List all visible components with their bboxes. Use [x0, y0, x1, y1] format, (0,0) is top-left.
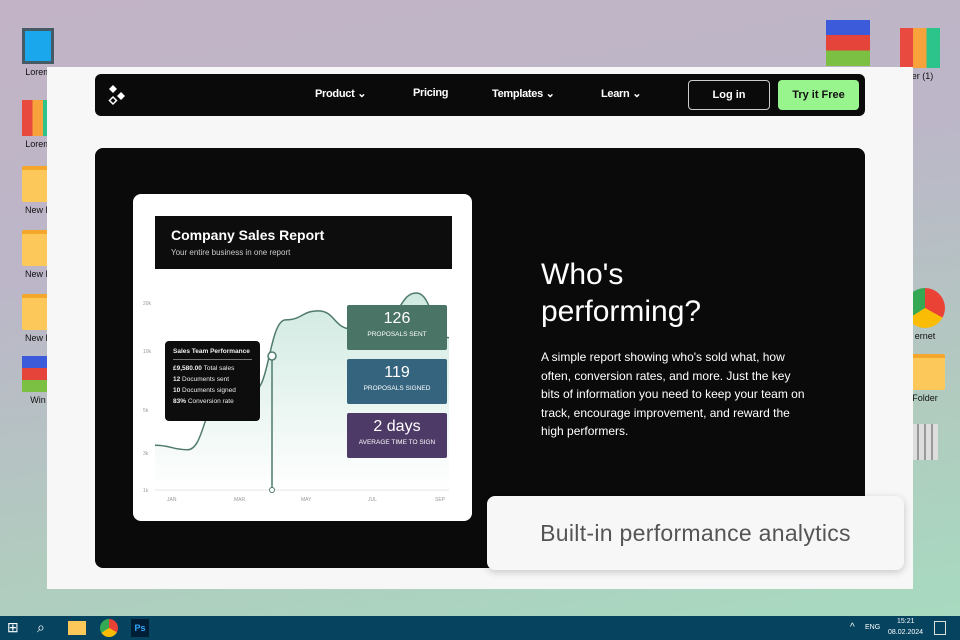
stat-value: 2 days	[373, 418, 421, 435]
hero-body: A simple report showing who's sold what,…	[541, 350, 805, 438]
y-tick-label: 5k	[143, 408, 149, 414]
hero-title: Who's performing?	[541, 256, 806, 330]
nav-templates[interactable]: Templates ⌄	[492, 87, 555, 100]
hero-text: Who's performing? A simple report showing…	[541, 256, 806, 441]
notification-icon[interactable]	[934, 621, 946, 635]
sales-report-card: 1k 3k 5k 10k 20k JAN MAR MAY JUL SEP Company Sale…	[133, 194, 472, 521]
report-title: Company Sales Report	[171, 227, 325, 243]
y-tick-label: 1k	[143, 488, 149, 494]
y-tick-label: 3k	[143, 451, 149, 457]
tray-chevron-icon[interactable]: ^	[850, 622, 855, 633]
stat-time-to-sign: 2 days AVERAGE TIME TO SIGN	[347, 413, 447, 458]
x-tick-label: SEP	[435, 497, 446, 503]
stat-value: 126	[383, 310, 411, 327]
search-icon[interactable]: ⌕	[37, 619, 55, 637]
report-header: Company Sales Report Your entire business…	[155, 216, 452, 269]
desktop-icon-archive[interactable]	[818, 20, 878, 69]
top-nav: Product ⌄ Pricing Templates ⌄ Learn ⌄ Lo…	[95, 74, 865, 116]
tooltip-value: 83%	[173, 398, 187, 405]
nav-pricing[interactable]: Pricing	[413, 87, 448, 99]
cursor-base	[269, 487, 275, 493]
chrome-icon[interactable]	[100, 619, 118, 637]
performance-tooltip: Sales Team Performance £9,580.00 Total s…	[165, 341, 260, 421]
nav-label: Learn	[601, 88, 630, 100]
tooltip-line: 12 Documents sent	[173, 376, 252, 383]
icon-label: Win	[30, 395, 46, 405]
stat-label: PROPOSALS SENT	[367, 331, 427, 338]
binder-icon	[900, 28, 940, 68]
tooltip-value: £9,580.00	[173, 365, 202, 372]
tooltip-line: 83% Conversion rate	[173, 398, 252, 405]
tooltip-value: 12	[173, 376, 181, 383]
taskbar: ⊞ ⌕ Ps ^ ENG 15:21 08.02.2024	[0, 616, 960, 640]
clock-time[interactable]: 15:21	[897, 618, 915, 625]
nav-label: Product	[315, 88, 355, 100]
stat-proposals-signed: 119 PROPOSALS SIGNED	[347, 359, 447, 404]
x-tick-label: JUL	[368, 497, 377, 503]
photoshop-icon[interactable]: Ps	[131, 619, 149, 637]
tooltip-title: Sales Team Performance	[173, 348, 252, 360]
language-indicator[interactable]: ENG	[865, 624, 880, 631]
x-tick-label: MAY	[301, 497, 312, 503]
clock-date[interactable]: 08.02.2024	[888, 629, 923, 636]
y-tick-label: 10k	[143, 349, 152, 355]
recycle-bin-icon	[912, 424, 938, 460]
file-explorer-icon[interactable]	[68, 621, 86, 635]
stat-label: PROPOSALS SIGNED	[363, 385, 431, 392]
y-tick-label: 20k	[143, 301, 152, 307]
login-button[interactable]: Log in	[688, 80, 770, 110]
nav-learn[interactable]: Learn ⌄	[601, 87, 641, 100]
stat-value: 119	[384, 364, 410, 381]
x-tick-label: JAN	[167, 497, 177, 503]
nav-label: Templates	[492, 88, 543, 100]
tooltip-label: Documents signed	[182, 387, 236, 394]
archive-icon	[826, 20, 870, 66]
icon-label: ernet	[914, 331, 936, 341]
logo-icon	[108, 85, 125, 106]
tooltip-label: Documents sent	[182, 376, 230, 383]
x-tick-label: MAR	[234, 497, 246, 503]
nav-product[interactable]: Product ⌄	[315, 87, 366, 100]
caption-badge: Built-in performance analytics	[487, 496, 904, 570]
icon-label: Folder	[912, 393, 938, 403]
windows-start-icon[interactable]: ⊞	[7, 619, 25, 637]
tooltip-line: 10 Documents signed	[173, 387, 252, 394]
hero-title-line: performing?	[541, 295, 702, 328]
computer-icon	[22, 28, 54, 64]
tooltip-line: £9,580.00 Total sales	[173, 365, 252, 372]
tooltip-label: Conversion rate	[187, 398, 234, 405]
report-subtitle: Your entire business in one report	[171, 248, 291, 257]
try-free-button[interactable]: Try it Free	[778, 80, 859, 110]
hero-title-line: Who's	[541, 258, 624, 291]
stat-label: AVERAGE TIME TO SIGN	[358, 439, 436, 446]
cursor-point	[267, 351, 277, 361]
tooltip-value: 10	[173, 387, 181, 394]
stat-proposals-sent: 126 PROPOSALS SENT	[347, 305, 447, 350]
tooltip-label: Total sales	[203, 365, 235, 372]
